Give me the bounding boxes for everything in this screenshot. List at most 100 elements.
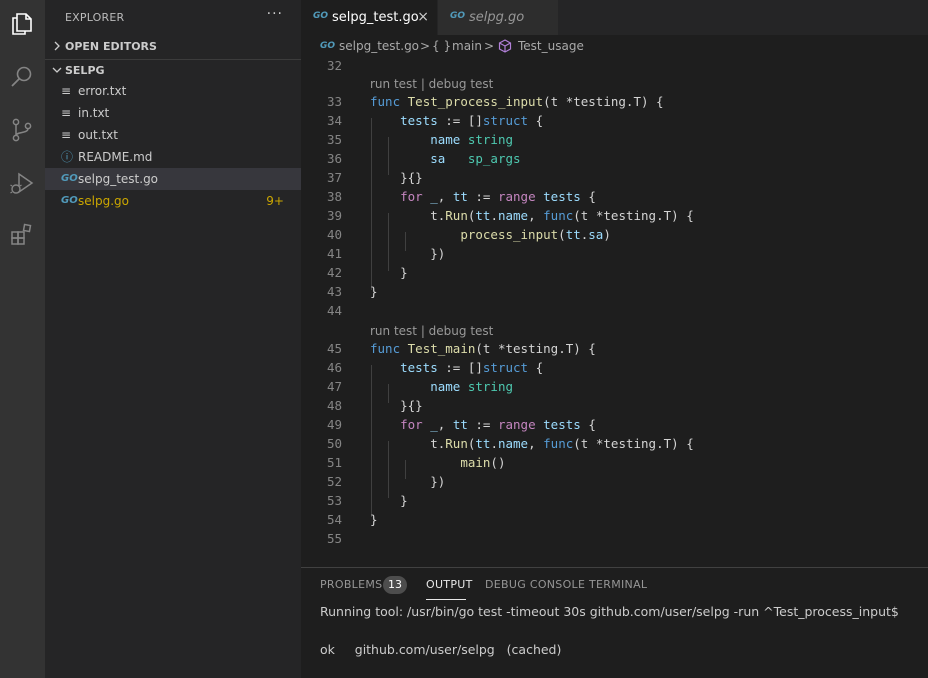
close-icon[interactable]: × [417, 9, 429, 25]
code-text: tests := []struct { [400, 113, 544, 128]
file-name: selpg_test.go [78, 172, 159, 186]
code-text: t.Run(tt.name, func(t *testing.T) { [430, 208, 694, 223]
code-line: 36 sa sp_args [301, 150, 928, 169]
code-text: } [370, 284, 378, 299]
open-editors-label: OPEN EDITORS [65, 40, 157, 53]
line-number: 33 [326, 94, 342, 109]
file-item-out-txt[interactable]: ≡ out.txt [45, 124, 301, 146]
line-number: 51 [326, 455, 342, 470]
code-text: } [370, 265, 408, 280]
code-line: 53 } [301, 492, 928, 511]
chevron-down-icon [52, 67, 62, 73]
code-text: func Test_main(t *testing.T) { [370, 341, 596, 356]
codelens-run-debug-test[interactable]: run test | debug test [370, 77, 493, 94]
problems-count-badge: 9+ [266, 194, 284, 208]
bottom-panel: PROBLEMS 13 OUTPUT DEBUG CONSOLE TERMINA… [301, 567, 928, 678]
line-number: 42 [326, 265, 342, 280]
extensions-icon[interactable] [8, 220, 36, 248]
code-text: main() [460, 455, 506, 470]
active-tab-underline [426, 599, 466, 600]
line-number: 47 [326, 379, 342, 394]
code-text: }) [370, 474, 446, 489]
code-editor[interactable]: 32 run test | debug test 33 func Test_pr… [301, 57, 928, 567]
breadcrumb-file[interactable]: selpg_test.go [339, 39, 419, 53]
file-name: README.md [78, 150, 153, 164]
source-control-icon[interactable] [8, 116, 36, 144]
file-item-error-txt[interactable]: ≡ error.txt [45, 80, 301, 102]
code-text: sa sp_args [430, 151, 521, 166]
code-text: tests := []struct { [400, 360, 544, 375]
code-line: 48 }{} [301, 397, 928, 416]
chevron-right-icon [54, 41, 60, 51]
search-icon[interactable] [8, 63, 36, 91]
code-line: 34 tests := []struct { [301, 112, 928, 131]
code-text: }{} [370, 170, 423, 185]
tab-label: selpg.go [469, 10, 525, 25]
codelens-run-debug-test[interactable]: run test | debug test [370, 324, 493, 341]
line-number: 49 [326, 417, 342, 432]
folder-section-selpg[interactable]: SELPG [45, 60, 301, 82]
code-line: 52 }) [301, 473, 928, 492]
line-number: 39 [326, 208, 342, 223]
code-line: 51 main() [301, 454, 928, 473]
files-icon[interactable] [8, 9, 36, 37]
run-debug-icon[interactable] [8, 169, 36, 197]
problems-badge: 13 [383, 576, 407, 594]
tab-selpg-test-go[interactable]: GO selpg_test.go × [301, 0, 437, 35]
code-line: 37 }{} [301, 169, 928, 188]
explorer-sidebar: EXPLORER ··· OPEN EDITORS SELPG ≡ error.… [45, 0, 301, 678]
line-number: 41 [326, 246, 342, 261]
line-number: 34 [326, 113, 342, 128]
code-text: }{} [370, 398, 423, 413]
file-item-selpg-go[interactable]: GO selpg.go 9+ [45, 190, 301, 212]
line-number: 45 [326, 341, 342, 356]
breadcrumb-symbol[interactable]: Test_usage [518, 39, 584, 53]
code-text: } [370, 512, 378, 527]
tab-terminal[interactable]: TERMINAL [589, 578, 647, 591]
code-line: 44 [301, 302, 928, 321]
text-file-icon: ≡ [61, 128, 72, 142]
method-cube-icon [498, 39, 512, 53]
editor-tab-bar: GO selpg_test.go × GO selpg.go [301, 0, 928, 35]
code-text: for _, tt := range tests { [400, 189, 596, 204]
line-number: 46 [326, 360, 342, 375]
code-text: } [370, 493, 408, 508]
open-editors-section[interactable]: OPEN EDITORS [45, 36, 301, 58]
text-file-icon: ≡ [61, 106, 72, 120]
line-number: 40 [326, 227, 342, 242]
line-number: 55 [326, 531, 342, 546]
tab-selpg-go[interactable]: GO selpg.go [438, 0, 558, 35]
go-file-icon: GO [313, 11, 329, 21]
line-number: 44 [326, 303, 342, 318]
file-item-selpg-test-go[interactable]: GO selpg_test.go [45, 168, 301, 190]
file-item-readme[interactable]: ⓘ README.md [45, 146, 301, 168]
chevron-right-icon: > [420, 39, 431, 53]
code-line: 45 func Test_main(t *testing.T) { [301, 340, 928, 359]
file-name: selpg.go [78, 194, 129, 208]
go-file-icon: GO [450, 11, 466, 21]
code-line: 38 for _, tt := range tests { [301, 188, 928, 207]
code-line: 54 } [301, 511, 928, 530]
breadcrumb-package[interactable]: main [452, 39, 482, 53]
file-item-in-txt[interactable]: ≡ in.txt [45, 102, 301, 124]
text-file-icon: ≡ [61, 84, 72, 98]
code-line: 55 [301, 530, 928, 549]
code-line: 41 }) [301, 245, 928, 264]
code-line: 49 for _, tt := range tests { [301, 416, 928, 435]
code-line: 50 t.Run(tt.name, func(t *testing.T) { [301, 435, 928, 454]
line-number: 38 [326, 189, 342, 204]
tab-problems[interactable]: PROBLEMS [320, 578, 382, 591]
file-name: out.txt [78, 128, 118, 142]
code-line: 35 name string [301, 131, 928, 150]
more-actions-icon[interactable]: ··· [267, 6, 283, 22]
line-number: 43 [326, 284, 342, 299]
file-name: in.txt [78, 106, 110, 120]
output-line: Running tool: /usr/bin/go test -timeout … [320, 604, 899, 619]
line-number: 36 [326, 151, 342, 166]
code-line: 32 [301, 57, 928, 76]
code-line: 40 process_input(tt.sa) [301, 226, 928, 245]
tab-output[interactable]: OUTPUT [426, 578, 473, 591]
code-line: 39 t.Run(tt.name, func(t *testing.T) { [301, 207, 928, 226]
tab-debug-console[interactable]: DEBUG CONSOLE [485, 578, 585, 591]
line-number: 54 [326, 512, 342, 527]
